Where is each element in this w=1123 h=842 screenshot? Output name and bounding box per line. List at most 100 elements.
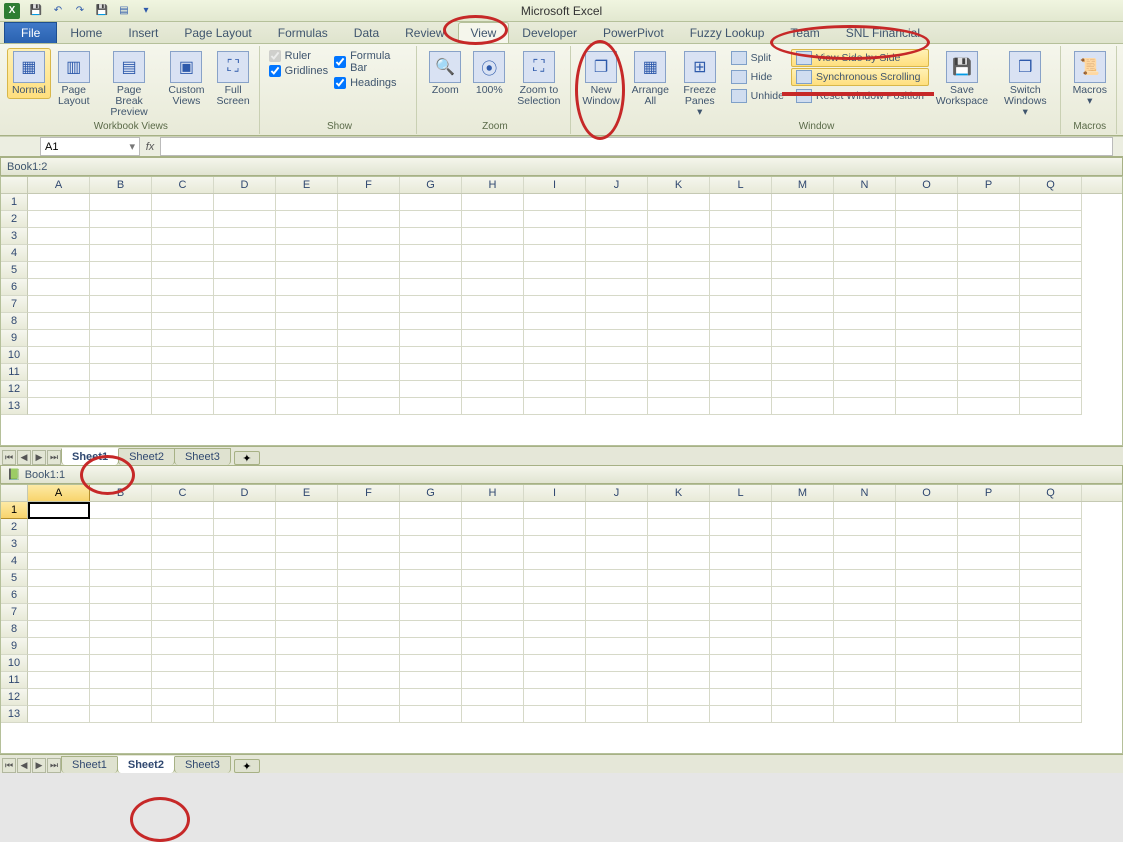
cell-K6[interactable] bbox=[648, 587, 710, 604]
cell-L2[interactable] bbox=[710, 211, 772, 228]
cell-P6[interactable] bbox=[958, 279, 1020, 296]
cell-D4[interactable] bbox=[214, 245, 276, 262]
tab-page-layout[interactable]: Page Layout bbox=[171, 22, 264, 43]
cell-L1[interactable] bbox=[710, 502, 772, 519]
sheet-tab-2[interactable]: Sheet2 bbox=[118, 448, 175, 465]
cell-G11[interactable] bbox=[400, 672, 462, 689]
cell-G9[interactable] bbox=[400, 638, 462, 655]
cell-N5[interactable] bbox=[834, 262, 896, 279]
tab-insert[interactable]: Insert bbox=[115, 22, 171, 43]
view-side-by-side-button[interactable]: View Side by Side bbox=[791, 49, 929, 67]
cell-E2[interactable] bbox=[276, 519, 338, 536]
cell-B1[interactable] bbox=[90, 502, 152, 519]
cell-O10[interactable] bbox=[896, 347, 958, 364]
cell-B13[interactable] bbox=[90, 398, 152, 415]
cell-O3[interactable] bbox=[896, 228, 958, 245]
row-header-5[interactable]: 5 bbox=[1, 262, 28, 279]
cell-G8[interactable] bbox=[400, 621, 462, 638]
col-header-L[interactable]: L bbox=[710, 177, 772, 193]
cell-Q11[interactable] bbox=[1020, 364, 1082, 381]
cell-F4[interactable] bbox=[338, 553, 400, 570]
cell-D9[interactable] bbox=[214, 638, 276, 655]
cell-B8[interactable] bbox=[90, 313, 152, 330]
cell-M4[interactable] bbox=[772, 553, 834, 570]
cell-C8[interactable] bbox=[152, 621, 214, 638]
cell-E11[interactable] bbox=[276, 672, 338, 689]
qat-dropdown-icon[interactable]: ▾ bbox=[136, 2, 156, 20]
sheet-tab-1[interactable]: Sheet1 bbox=[61, 448, 119, 465]
cell-N1[interactable] bbox=[834, 194, 896, 211]
hide-button[interactable]: Hide bbox=[726, 68, 789, 86]
cell-M13[interactable] bbox=[772, 398, 834, 415]
redo-icon[interactable]: ↷ bbox=[70, 2, 90, 20]
cell-K13[interactable] bbox=[648, 398, 710, 415]
cell-G2[interactable] bbox=[400, 519, 462, 536]
col-header-A[interactable]: A bbox=[28, 485, 90, 501]
last-sheet-nav[interactable]: ⏭ bbox=[47, 450, 61, 465]
file-tab[interactable]: File bbox=[4, 22, 57, 43]
cell-A11[interactable] bbox=[28, 672, 90, 689]
cell-G12[interactable] bbox=[400, 689, 462, 706]
cell-D5[interactable] bbox=[214, 570, 276, 587]
cell-L1[interactable] bbox=[710, 194, 772, 211]
cell-Q4[interactable] bbox=[1020, 553, 1082, 570]
namebox-dropdown-icon[interactable]: ▾ bbox=[129, 140, 135, 153]
row-header-6[interactable]: 6 bbox=[1, 279, 28, 296]
cell-P1[interactable] bbox=[958, 194, 1020, 211]
cell-G10[interactable] bbox=[400, 655, 462, 672]
cell-H13[interactable] bbox=[462, 398, 524, 415]
cell-N6[interactable] bbox=[834, 279, 896, 296]
zoom-selection-button[interactable]: ⛶Zoom toSelection bbox=[512, 48, 565, 110]
cell-O8[interactable] bbox=[896, 313, 958, 330]
cell-M13[interactable] bbox=[772, 706, 834, 723]
cell-D5[interactable] bbox=[214, 262, 276, 279]
cell-N11[interactable] bbox=[834, 672, 896, 689]
reset-window-pos-button[interactable]: Reset Window Position bbox=[791, 87, 929, 105]
cell-M8[interactable] bbox=[772, 313, 834, 330]
col-header-E[interactable]: E bbox=[276, 485, 338, 501]
cell-F5[interactable] bbox=[338, 262, 400, 279]
cell-K10[interactable] bbox=[648, 655, 710, 672]
formulabar-checkbox[interactable]: Formula Bar bbox=[334, 50, 410, 74]
cell-N9[interactable] bbox=[834, 638, 896, 655]
cell-M9[interactable] bbox=[772, 638, 834, 655]
cell-I12[interactable] bbox=[524, 381, 586, 398]
cell-Q13[interactable] bbox=[1020, 706, 1082, 723]
new-window-button[interactable]: ❐NewWindow bbox=[578, 48, 625, 110]
cell-A10[interactable] bbox=[28, 347, 90, 364]
cell-O4[interactable] bbox=[896, 245, 958, 262]
col-header-Q[interactable]: Q bbox=[1020, 177, 1082, 193]
cell-M7[interactable] bbox=[772, 604, 834, 621]
col-header-I[interactable]: I bbox=[524, 177, 586, 193]
cell-G5[interactable] bbox=[400, 262, 462, 279]
cell-F10[interactable] bbox=[338, 655, 400, 672]
cell-A7[interactable] bbox=[28, 604, 90, 621]
cell-L10[interactable] bbox=[710, 655, 772, 672]
col-header-Q[interactable]: Q bbox=[1020, 485, 1082, 501]
cell-I12[interactable] bbox=[524, 689, 586, 706]
cell-B7[interactable] bbox=[90, 604, 152, 621]
cell-O9[interactable] bbox=[896, 638, 958, 655]
cell-L4[interactable] bbox=[710, 245, 772, 262]
cell-Q2[interactable] bbox=[1020, 211, 1082, 228]
cell-L4[interactable] bbox=[710, 553, 772, 570]
cell-Q2[interactable] bbox=[1020, 519, 1082, 536]
arrange-all-button[interactable]: ▦ArrangeAll bbox=[627, 48, 674, 110]
col-header-D[interactable]: D bbox=[214, 177, 276, 193]
col-header-J[interactable]: J bbox=[586, 485, 648, 501]
cell-K13[interactable] bbox=[648, 706, 710, 723]
cell-P13[interactable] bbox=[958, 706, 1020, 723]
cell-G12[interactable] bbox=[400, 381, 462, 398]
cell-F11[interactable] bbox=[338, 672, 400, 689]
cell-G1[interactable] bbox=[400, 502, 462, 519]
tab-team[interactable]: Team bbox=[777, 22, 832, 43]
cell-F9[interactable] bbox=[338, 330, 400, 347]
cell-P5[interactable] bbox=[958, 570, 1020, 587]
cell-G3[interactable] bbox=[400, 228, 462, 245]
cell-L6[interactable] bbox=[710, 587, 772, 604]
cell-J10[interactable] bbox=[586, 655, 648, 672]
select-all-corner-2[interactable] bbox=[1, 485, 28, 501]
cell-D3[interactable] bbox=[214, 536, 276, 553]
cell-H4[interactable] bbox=[462, 245, 524, 262]
cell-F4[interactable] bbox=[338, 245, 400, 262]
